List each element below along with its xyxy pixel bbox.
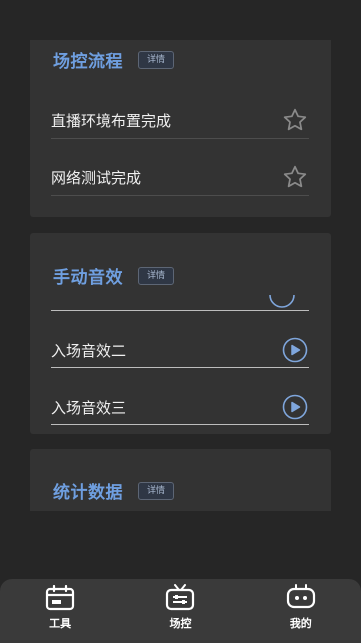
- tab-label: 我的: [289, 617, 312, 630]
- sound-card: 手动音效 详情 入场音效二 入场音效三: [30, 233, 331, 434]
- flow-card-header: 场控流程 详情: [53, 47, 175, 72]
- stats-card: 统计数据 详情: [30, 449, 331, 511]
- flow-card: 场控流程 详情 直播环境布置完成 网络测试完成: [30, 40, 331, 217]
- tab-tools[interactable]: 工具: [20, 579, 100, 631]
- tab-label: 工具: [49, 617, 72, 630]
- stats-card-title: 统计数据: [53, 483, 123, 503]
- sound-detail-button[interactable]: 详情: [138, 266, 175, 285]
- star-outline-icon[interactable]: [281, 163, 309, 191]
- flow-card-title: 场控流程: [53, 52, 123, 72]
- sound-item-label: 入场音效三: [51, 398, 127, 417]
- robot-icon: [285, 584, 317, 612]
- bottom-tab-bar: 工具 场控 我的: [0, 579, 361, 643]
- calendar-icon: [44, 584, 76, 612]
- divider: [51, 367, 309, 368]
- divider: [51, 138, 309, 139]
- flow-item-network[interactable]: 网络测试完成: [51, 157, 309, 197]
- flow-item-label: 直播环境布置完成: [51, 111, 172, 130]
- sound-item-label: 入场音效二: [51, 341, 127, 360]
- tab-mine[interactable]: 我的: [261, 579, 341, 631]
- tv-icon: [164, 584, 196, 612]
- sound-item-entrance-2[interactable]: 入场音效二: [51, 330, 309, 370]
- tab-label: 场控: [169, 617, 192, 630]
- flow-detail-button[interactable]: 详情: [138, 50, 175, 69]
- divider: [51, 424, 309, 425]
- sound-item-entrance-3[interactable]: 入场音效三: [51, 387, 309, 427]
- divider: [51, 310, 309, 311]
- stats-card-header: 统计数据 详情: [53, 478, 175, 503]
- star-outline-icon[interactable]: [281, 106, 309, 134]
- tab-control[interactable]: 场控: [140, 579, 220, 631]
- play-circle-icon: [269, 294, 295, 308]
- sound-card-header: 手动音效 详情: [53, 263, 175, 288]
- flow-item-environment[interactable]: 直播环境布置完成: [51, 100, 309, 140]
- divider: [51, 195, 309, 196]
- play-circle-icon[interactable]: [281, 393, 309, 421]
- play-circle-icon[interactable]: [281, 336, 309, 364]
- stats-detail-button[interactable]: 详情: [138, 481, 175, 500]
- sound-card-title: 手动音效: [53, 268, 123, 288]
- flow-item-label: 网络测试完成: [51, 168, 142, 187]
